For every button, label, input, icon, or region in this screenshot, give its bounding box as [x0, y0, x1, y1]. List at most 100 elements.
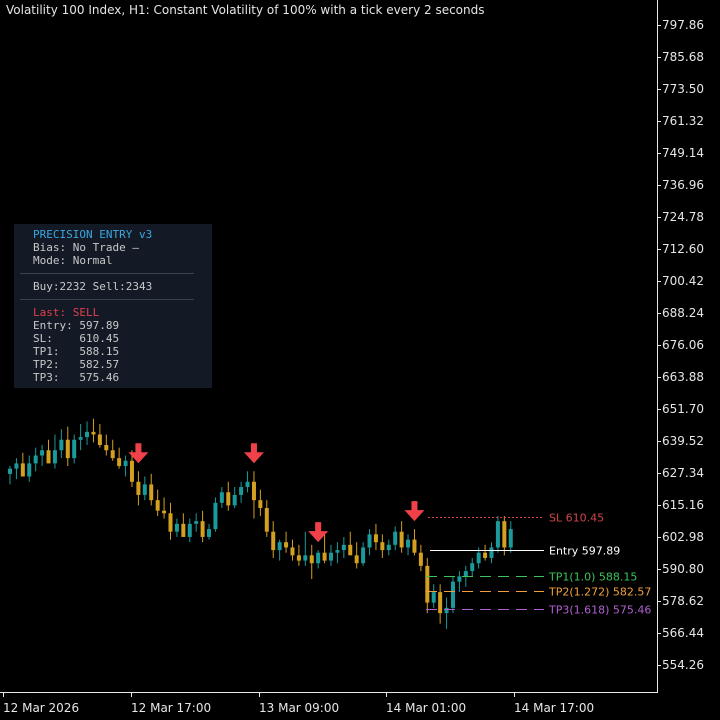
- candle-body: [303, 555, 308, 561]
- candle-body: [470, 563, 475, 572]
- candle-body: [245, 481, 250, 488]
- candle-body: [200, 521, 205, 537]
- price-tick-label: 627.34: [662, 466, 704, 480]
- candle-body: [97, 434, 102, 445]
- candle-body: [65, 439, 70, 459]
- level-label: Entry 597.89: [549, 545, 620, 558]
- time-tick-label: 14 Mar 17:00: [514, 701, 594, 715]
- candle-body: [33, 455, 38, 464]
- candle-body: [476, 552, 481, 564]
- candle-body: [20, 463, 25, 477]
- candle-body: [174, 523, 179, 532]
- candle-body: [322, 552, 327, 561]
- panel-mode: Mode: Normal: [33, 254, 113, 267]
- candle-body: [136, 481, 141, 495]
- candle-body: [52, 450, 57, 464]
- candle-body: [489, 547, 494, 558]
- candle-body: [142, 484, 147, 495]
- level-label: TP1(1.0) 588.15: [548, 571, 637, 584]
- candle-body: [502, 521, 507, 548]
- candle-body: [425, 565, 430, 603]
- candle-body: [309, 555, 314, 564]
- price-tick-label: 578.62: [662, 594, 704, 608]
- candle-body: [412, 539, 417, 553]
- price-tick-label: 724.78: [662, 210, 704, 224]
- sell-arrow-icon: [243, 443, 264, 464]
- panel-last-signal: Last: SELL: [33, 306, 100, 319]
- panel-counts: Buy:2232 Sell:2343: [33, 280, 153, 293]
- candle-body: [194, 521, 199, 524]
- time-tick-label: 13 Mar 09:00: [259, 701, 339, 715]
- candle-body: [181, 523, 186, 537]
- price-tick-label: 663.88: [662, 370, 704, 384]
- sell-arrow-icon: [404, 501, 425, 522]
- candle-body: [450, 581, 455, 608]
- indicator-panel: PRECISION ENTRY v3 Bias: No Trade — Mode…: [14, 224, 212, 388]
- panel-sl: SL: 610.45: [33, 332, 120, 345]
- price-tick-label: 700.42: [662, 274, 704, 288]
- candle-body: [187, 523, 192, 537]
- price-tick-label: 761.32: [662, 114, 704, 128]
- panel-tp2: TP2: 582.57: [33, 358, 120, 371]
- panel-bias: Bias: No Trade —: [33, 241, 139, 254]
- candle-body: [361, 547, 366, 564]
- candle-body: [354, 555, 359, 564]
- price-tick-label: 590.80: [662, 562, 704, 576]
- candle-body: [213, 502, 218, 530]
- candle-body: [329, 552, 333, 561]
- time-tick-label: 14 Mar 01:00: [386, 701, 466, 715]
- candle-body: [251, 481, 256, 501]
- candle-body: [104, 444, 109, 451]
- candle-body: [239, 487, 244, 495]
- price-tick-label: 602.98: [662, 530, 704, 544]
- candle-body: [457, 576, 462, 582]
- candle-body: [483, 552, 488, 558]
- price-axis: 797.86 785.68 773.50 761.32 749.14 736.96 724.…: [657, 18, 704, 672]
- candle-body: [207, 529, 212, 537]
- sell-arrow-icon: [308, 522, 329, 543]
- candle-body: [117, 458, 122, 467]
- candle-body: [8, 468, 12, 474]
- candle-body: [316, 552, 321, 564]
- candle-body: [123, 460, 128, 467]
- candle-body: [438, 592, 443, 614]
- level-label: SL 610.45: [549, 512, 604, 525]
- candle-body: [258, 500, 263, 509]
- candle-body: [367, 534, 372, 548]
- candle-body: [59, 439, 64, 451]
- time-tick-label: 12 Mar 17:00: [131, 701, 211, 715]
- sell-arrow-icon: [128, 443, 149, 464]
- level-label: TP3(1.618) 575.46: [548, 604, 651, 617]
- candle-body: [219, 492, 224, 503]
- candle-body: [380, 542, 385, 551]
- panel-tp3: TP3: 575.46: [33, 371, 120, 384]
- candle-body: [46, 450, 51, 464]
- candle-body: [72, 439, 77, 459]
- level-label: TP2(1.272) 582.57: [548, 586, 651, 599]
- candle-body: [406, 539, 411, 548]
- price-tick-label: 688.24: [662, 306, 704, 320]
- candle-body: [495, 521, 500, 548]
- candle-body: [431, 592, 436, 603]
- candle-body: [348, 544, 353, 556]
- candle-body: [232, 494, 237, 506]
- signals-layer: [128, 443, 425, 543]
- panel-entry: Entry: 597.89: [33, 319, 120, 332]
- price-tick-label: 566.44: [662, 626, 704, 640]
- panel-title: PRECISION ENTRY v3: [33, 228, 153, 241]
- candle-body: [335, 550, 340, 553]
- candle-body: [78, 437, 83, 440]
- candle-body: [129, 460, 134, 482]
- candle-body: [91, 431, 96, 435]
- price-tick-label: 773.50: [662, 82, 704, 96]
- price-tick-label: 797.86: [662, 18, 704, 32]
- candle-body: [40, 450, 45, 456]
- candle-body: [373, 534, 378, 543]
- candle-body: [226, 492, 231, 506]
- candle-body: [110, 450, 115, 459]
- candle-body: [290, 547, 295, 556]
- candle-body: [264, 508, 269, 532]
- candles-layer: [8, 418, 513, 629]
- candle-body: [463, 571, 468, 577]
- candle-body: [85, 431, 90, 438]
